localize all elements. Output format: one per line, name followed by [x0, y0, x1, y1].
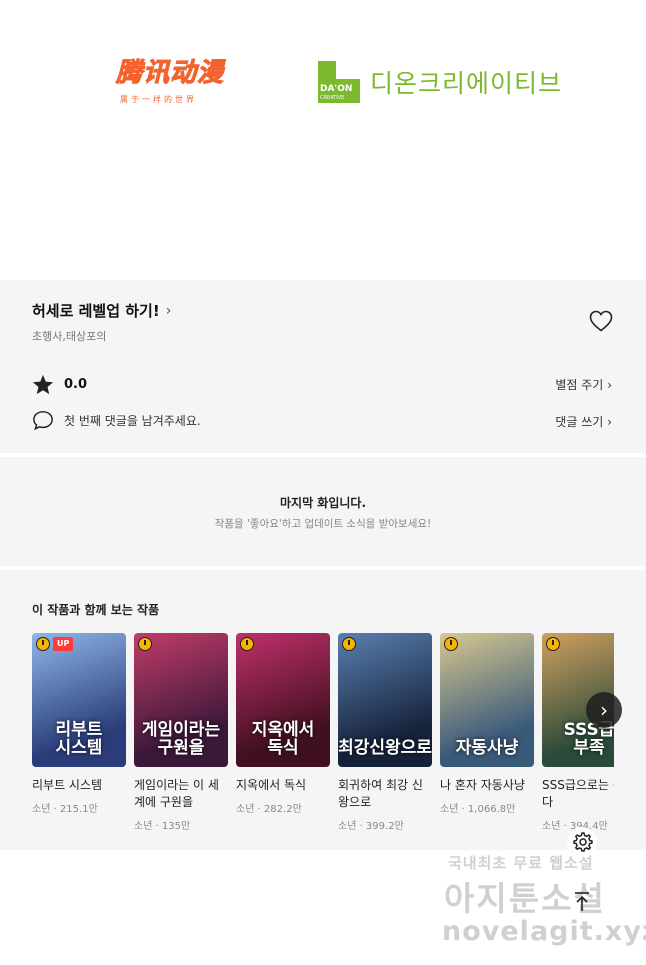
daon-mark-subtext: CREATIVE	[320, 95, 345, 101]
card-title: 나 혼자 자동사냥	[440, 778, 525, 792]
daon-logo-name: 디온크리에이티브	[370, 69, 563, 98]
cover-art-title: 자동사냥	[455, 738, 519, 758]
tencent-logo-slogan: 属于一样的世界	[120, 95, 197, 104]
card-meta: 소년 · 215.1만	[32, 804, 98, 815]
daon-mark: DA'ON CREATIVE	[318, 61, 360, 103]
recommendation-card[interactable]: 지옥에서 독식 지옥에서 독식 소년 · 282.2만	[236, 633, 330, 815]
cover-art-title: 게임이라는 구원을	[141, 720, 221, 758]
card-title: 회귀하여 최강 신왕으로	[338, 778, 423, 809]
wait-free-clock-icon	[138, 637, 152, 651]
write-comment-label: 댓글 쓰기	[555, 415, 604, 429]
carousel-next-button[interactable]: ›	[586, 692, 622, 728]
partner-logos: 腾讯动漫 属于一样的世界 DA'ON CREATIVE 디온크리에이티브	[0, 0, 646, 280]
chevron-right-icon: ›	[607, 415, 612, 429]
watermark: 국내최초 무료 웹소설 아지툰소설 novelagit.xyz	[440, 848, 646, 958]
cover-art-title: 지옥에서 독식	[251, 720, 315, 758]
card-title: SSS급으로는 족했다	[542, 778, 614, 809]
rating-row: 0.0	[32, 374, 87, 395]
comment-prompt: 첫 번째 댓글을 남겨주세요.	[64, 414, 201, 428]
recommendation-card[interactable]: SSS급 부족SSS급으로는 족했다소년 · 394.4만	[542, 633, 614, 832]
recommendation-card[interactable]: 게임이라는 구원을게임이라는 이 세계에 구원을소년 · 135만	[134, 633, 228, 832]
work-title: 허세로 레벨업 하기!	[32, 302, 160, 320]
recommendation-card[interactable]: UP 리부트 시스템 리부트 시스템 소년 · 215.1만	[32, 633, 126, 815]
cover-thumbnail[interactable]: 최강신왕으로	[338, 633, 432, 767]
tencent-logo-text: 腾讯动漫	[116, 58, 225, 89]
recommendation-card[interactable]: 최강신왕으로회귀하여 최강 신왕으로소년 · 399.2만	[338, 633, 432, 832]
last-episode-subtitle: 작품을 '좋아요'하고 업데이트 소식을 받아보세요!	[214, 518, 432, 530]
chevron-right-icon: ›	[607, 378, 612, 392]
arrow-up-icon	[575, 892, 589, 911]
cover-thumbnail[interactable]: 자동사냥	[440, 633, 534, 767]
daon-mark-text: DA'ON	[320, 84, 353, 94]
write-comment-button[interactable]: 댓글 쓰기 ›	[555, 413, 612, 430]
cover-thumbnail[interactable]: UP 리부트 시스템	[32, 633, 126, 767]
cover-art-title: 리부트 시스템	[55, 720, 103, 758]
card-meta: 소년 · 399.2만	[338, 821, 404, 832]
card-meta: 소년 · 135만	[134, 821, 191, 832]
settings-gear-icon[interactable]	[566, 826, 598, 858]
cover-art-title: 최강신왕으로	[338, 738, 432, 758]
recommendations-heading: 이 작품과 함께 보는 작품	[32, 603, 160, 617]
work-info-panel: 허세로 레벨업 하기! › 초행사,태상포의 0.0 별점 주기 › 첫 번째 …	[0, 280, 646, 850]
card-meta: 소년 · 1,066.8만	[440, 804, 516, 815]
cover-thumbnail[interactable]: 지옥에서 독식	[236, 633, 330, 767]
recommendation-carousel: UP 리부트 시스템 리부트 시스템 소년 · 215.1만 게임이라는 구원을 게임이라…	[32, 633, 614, 843]
card-title: 게임이라는 이 세계에 구원을	[134, 778, 219, 809]
star-icon	[32, 374, 54, 395]
work-title-link[interactable]: 허세로 레벨업 하기! ›	[32, 300, 171, 321]
wait-free-clock-icon	[240, 637, 254, 651]
card-title: 지옥에서 독식	[236, 778, 307, 792]
rate-button[interactable]: 별점 주기 ›	[555, 376, 612, 393]
wait-free-clock-icon	[444, 637, 458, 651]
recommendation-card[interactable]: 자동사냥나 혼자 자동사냥소년 · 1,066.8만	[440, 633, 534, 815]
cover-thumbnail[interactable]: 게임이라는 구원을	[134, 633, 228, 767]
wait-free-clock-icon	[36, 637, 50, 651]
watermark-line3: novelagit.xyz	[442, 916, 646, 947]
card-title: 리부트 시스템	[32, 778, 103, 792]
comment-row: 첫 번째 댓글을 남겨주세요.	[32, 410, 201, 431]
work-authors: 초행사,태상포의	[32, 330, 107, 343]
scroll-to-top-button[interactable]	[566, 886, 598, 918]
wait-free-clock-icon	[342, 637, 356, 651]
rate-button-label: 별점 주기	[555, 378, 604, 392]
divider	[0, 566, 646, 570]
chevron-right-icon: ›	[165, 302, 172, 319]
rating-value: 0.0	[64, 377, 88, 392]
tencent-comics-logo: 腾讯动漫 属于一样的世界	[116, 58, 256, 112]
daon-creative-logo: DA'ON CREATIVE 디온크리에이티브	[318, 60, 562, 104]
up-badge: UP	[53, 637, 74, 651]
last-episode-title: 마지막 화입니다.	[279, 496, 367, 510]
comment-bubble-icon	[33, 411, 53, 431]
wait-free-clock-icon	[546, 637, 560, 651]
chevron-right-icon: ›	[600, 698, 608, 722]
divider	[0, 453, 646, 457]
heart-icon[interactable]	[589, 310, 613, 332]
card-meta: 소년 · 282.2만	[236, 804, 302, 815]
